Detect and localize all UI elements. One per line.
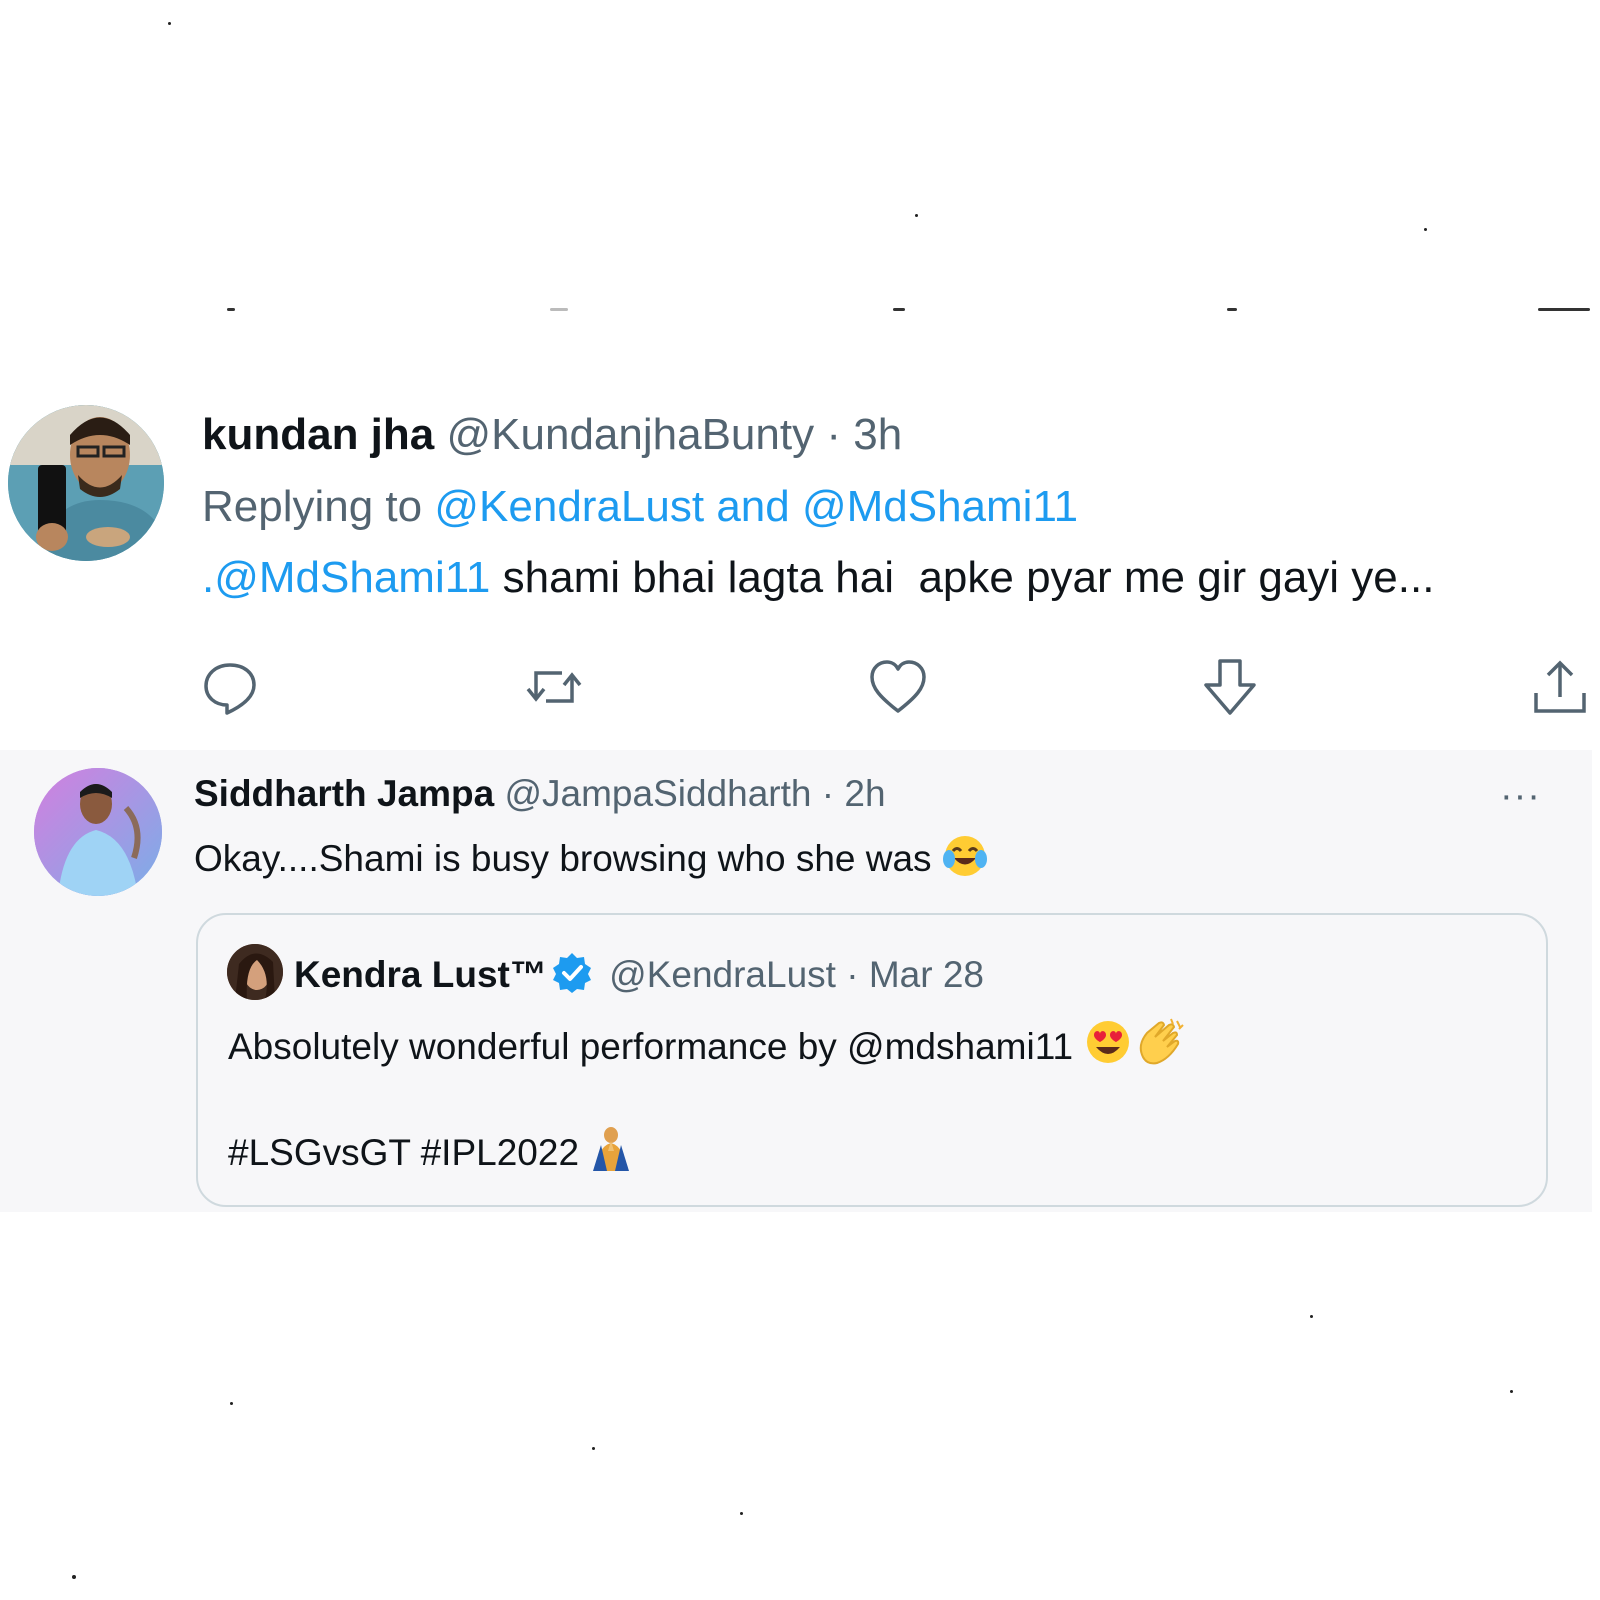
divider-dash [550,308,568,311]
timestamp[interactable]: Mar 28 [869,954,984,995]
timestamp[interactable]: 3h [853,410,902,459]
more-options-icon[interactable]: ··· [1500,775,1541,818]
speck [230,1402,233,1405]
speck [1310,1315,1313,1318]
speck [1424,228,1427,231]
replying-to: Replying to @KendraLust and @MdShami11 [202,482,1078,532]
like-icon [870,660,926,713]
speck [740,1512,743,1515]
handle[interactable]: @KendraLust [609,954,836,995]
speck [72,1575,76,1579]
display-name[interactable]: Siddharth Jampa [194,773,494,814]
clapping-hands-icon [1133,1017,1187,1076]
tweet-body: Okay....Shami is busy browsing who she w… [194,838,932,879]
tweet-body: shami bhai lagta hai apke pyar me gir ga… [490,553,1435,602]
avatar[interactable] [227,944,283,1000]
tweet-text: .@MdShami11 shami bhai lagta hai apke py… [202,553,1434,603]
share-icon [1534,660,1586,713]
retweet-button[interactable] [522,655,586,719]
verified-badge-icon [551,951,593,1002]
avatar[interactable] [34,768,162,896]
tweet-header: kundan jha @KundanjhaBunty · 3h [202,410,902,460]
speck [168,22,171,25]
handle[interactable]: @KundanjhaBunty [446,410,814,459]
tweet-text: Okay....Shami is busy browsing who she w… [194,833,988,888]
face-with-tears-of-joy-icon [942,833,988,888]
reply-icon [204,663,256,715]
replying-to-link[interactable]: @KendraLust and @MdShami11 [434,482,1078,531]
mention-link[interactable]: .@MdShami11 [202,553,490,602]
quoted-header: Kendra Lust™ @KendraLust · Mar 28 [294,951,984,1002]
smiling-face-with-heart-eyes-icon [1083,1017,1133,1076]
separator: · [826,410,841,459]
divider-dash [1538,308,1590,311]
quoted-text-line2: #LSGvsGT #IPL2022 [228,1125,633,1182]
downvote-button[interactable] [1198,655,1262,719]
separator: · [821,773,835,814]
retweet-icon [526,671,582,703]
speck [1510,1390,1513,1393]
separator: · [846,954,859,995]
quoted-text-line1: Absolutely wonderful performance by @mds… [228,1017,1187,1076]
quoted-body: Absolutely wonderful performance by @mds… [228,1026,1074,1067]
share-button[interactable] [1528,655,1592,719]
like-button[interactable] [866,655,930,719]
person-with-folded-hands-icon [589,1125,633,1182]
speck [915,214,918,217]
downvote-icon [1204,659,1256,715]
display-name[interactable]: Kendra Lust™ [294,954,547,995]
divider-dash [893,308,905,311]
reply-button[interactable] [198,655,262,719]
timestamp[interactable]: 2h [844,773,885,814]
quoted-hashtags: #LSGvsGT #IPL2022 [228,1132,580,1173]
avatar[interactable] [8,405,164,561]
divider-dash [227,308,235,311]
divider-dash [1227,308,1237,311]
speck [592,1447,595,1450]
display-name[interactable]: kundan jha [202,410,434,459]
replying-prefix: Replying to [202,482,423,531]
tweet-header: Siddharth Jampa @JampaSiddharth · 2h [194,773,886,815]
handle[interactable]: @JampaSiddharth [504,773,811,814]
